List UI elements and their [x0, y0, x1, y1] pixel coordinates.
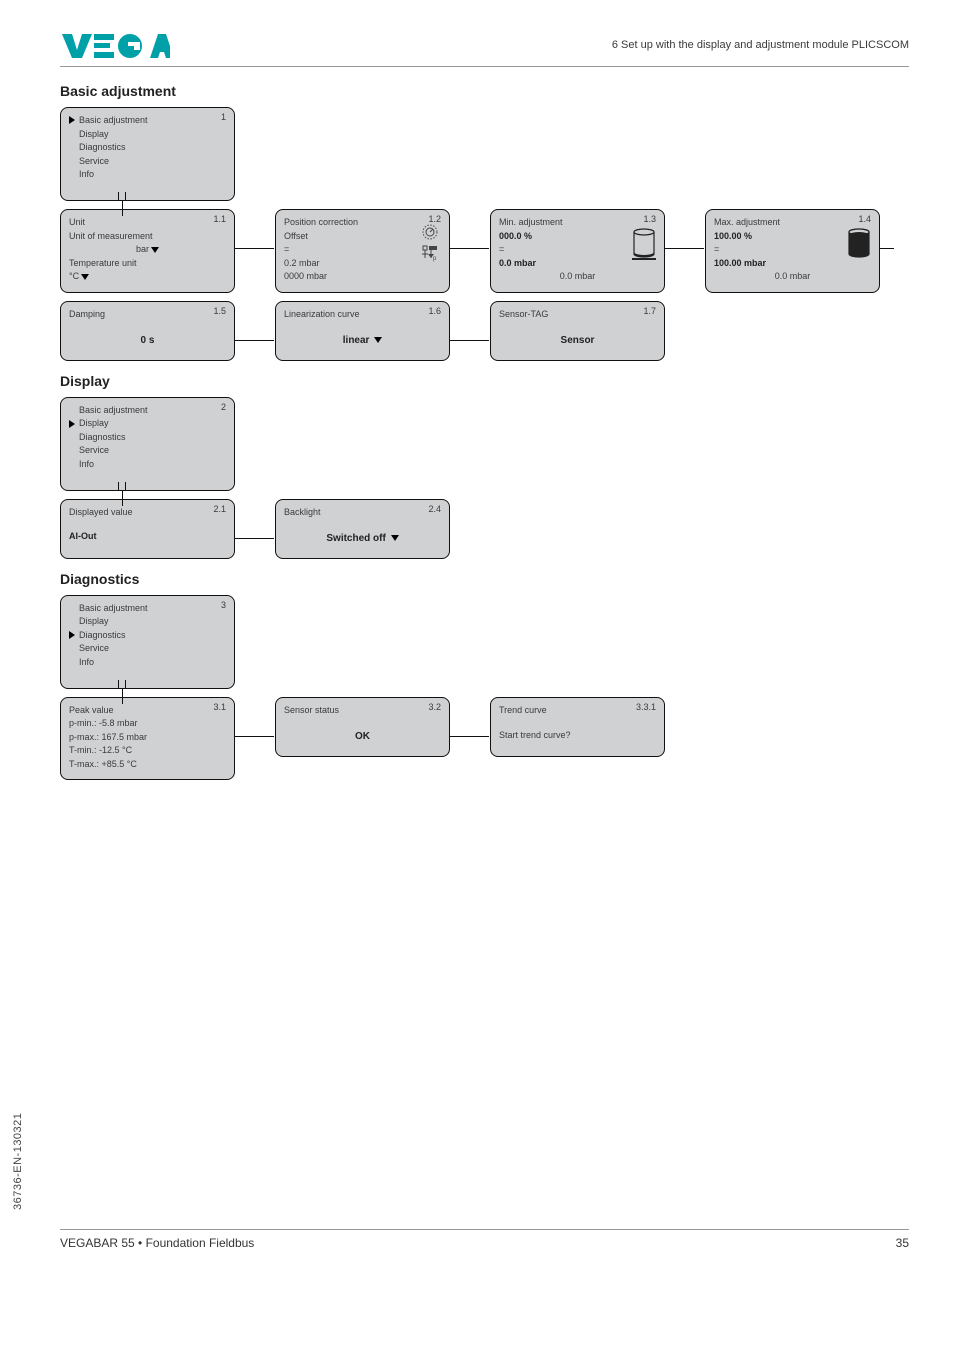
box-line: p-min.: -5.8 mbar — [69, 717, 226, 731]
menu-item: Diagnostics — [79, 629, 226, 643]
box-number: 2.4 — [428, 504, 441, 514]
box-number: 1.5 — [213, 306, 226, 316]
page-number: 35 — [896, 1236, 909, 1250]
menu-box-1: 1 Basic adjustment Display Diagnostics S… — [60, 107, 235, 201]
menu-item: Info — [79, 168, 226, 182]
menu-item: Service — [79, 444, 226, 458]
box-line: = — [284, 243, 441, 257]
chevron-down-icon — [391, 535, 399, 541]
box-line: 0.0 mbar — [714, 270, 871, 284]
document-id: 36736-EN-130321 — [12, 1113, 24, 1210]
box-line: Temperature unit — [69, 257, 226, 271]
svg-text:p: p — [433, 256, 437, 262]
box-title: Linearization curve — [284, 308, 441, 322]
menu-item: Info — [79, 458, 226, 472]
box-value: Switched off — [284, 533, 441, 544]
box-line: 0.0 mbar — [499, 270, 656, 284]
box-number: 1.6 — [428, 306, 441, 316]
box-sensor-status: 3.2 Sensor status OK — [275, 697, 450, 757]
box-title: Sensor status — [284, 704, 441, 718]
footer-left: VEGABAR 55 • Foundation Fieldbus — [60, 1236, 254, 1250]
vega-logo — [60, 30, 170, 60]
box-number: 2.1 — [213, 504, 226, 514]
box-title: Damping — [69, 308, 226, 322]
box-number: 1 — [221, 112, 226, 122]
box-max-adjustment: 1.4 Max. adjustment 100.00 % = 100.00 mb… — [705, 209, 880, 293]
box-value: Sensor — [499, 335, 656, 346]
menu-item: Diagnostics — [79, 431, 226, 445]
box-unit: 1.1 Unit Unit of measurement bar Tempera… — [60, 209, 235, 293]
box-backlight: 2.4 Backlight Switched off — [275, 499, 450, 559]
box-number: 1.7 — [643, 306, 656, 316]
box-position-correction: 1.2 Position correction Offset = 0.2 mba… — [275, 209, 450, 293]
menu-item: Service — [79, 155, 226, 169]
menu-box-2: 2 Basic adjustment Display Diagnostics S… — [60, 397, 235, 491]
section-display: Display — [60, 373, 909, 389]
tank-low-icon — [632, 228, 656, 266]
menu-item: Display — [79, 128, 226, 142]
box-damping: 1.5 Damping 0 s — [60, 301, 235, 361]
box-title: Displayed value — [69, 506, 226, 520]
box-value: 0 s — [69, 335, 226, 346]
box-title: Trend curve — [499, 704, 656, 718]
box-title: Peak value — [69, 704, 226, 718]
box-line: 0.2 mbar — [284, 257, 441, 271]
box-line: Offset — [284, 230, 441, 244]
section-basic-adjustment: Basic adjustment — [60, 83, 909, 99]
box-title: Backlight — [284, 506, 441, 520]
box-number: 1.2 — [428, 214, 441, 224]
box-trend-curve: 3.3.1 Trend curve Start trend curve? — [490, 697, 665, 757]
box-title: Sensor-TAG — [499, 308, 656, 322]
box-line: °C — [69, 270, 226, 284]
box-value: linear — [284, 335, 441, 346]
box-title: Unit — [69, 216, 226, 230]
box-sensor-tag: 1.7 Sensor-TAG Sensor — [490, 301, 665, 361]
section-diagnostics: Diagnostics — [60, 571, 909, 587]
box-number: 1.1 — [213, 214, 226, 224]
chevron-down-icon — [151, 247, 159, 253]
box-line: T-max.: +85.5 °C — [69, 758, 226, 772]
box-min-adjustment: 1.3 Min. adjustment 000.0 % = 0.0 mbar 0… — [490, 209, 665, 293]
box-number: 2 — [221, 402, 226, 412]
box-number: 1.4 — [858, 214, 871, 224]
menu-item: Service — [79, 642, 226, 656]
chevron-down-icon — [374, 337, 382, 343]
menu-item: Diagnostics — [79, 141, 226, 155]
box-displayed-value: 2.1 Displayed value AI-Out — [60, 499, 235, 559]
box-line: Unit of measurement — [69, 230, 226, 244]
box-number: 3.1 — [213, 702, 226, 712]
menu-item: Display — [79, 417, 226, 431]
menu-box-3: 3 Basic adjustment Display Diagnostics S… — [60, 595, 235, 689]
menu-item: Display — [79, 615, 226, 629]
gauge-icon: p — [419, 224, 441, 266]
box-title: Position correction — [284, 216, 441, 230]
box-value: Start trend curve? — [499, 729, 656, 743]
box-line: bar — [69, 243, 226, 257]
menu-item: Basic adjustment — [79, 114, 226, 128]
box-value: AI-Out — [69, 531, 226, 541]
tank-high-icon — [847, 228, 871, 266]
box-value: OK — [284, 731, 441, 742]
chevron-down-icon — [81, 274, 89, 280]
menu-item: Basic adjustment — [79, 404, 226, 418]
menu-item: Basic adjustment — [79, 602, 226, 616]
box-line: 0000 mbar — [284, 270, 441, 284]
chapter-title: 6 Set up with the display and adjustment… — [612, 39, 909, 51]
box-number: 3.3.1 — [636, 702, 656, 712]
box-line: T-min.: -12.5 °C — [69, 744, 226, 758]
box-peak-value: 3.1 Peak value p-min.: -5.8 mbar p-max.:… — [60, 697, 235, 781]
box-number: 3.2 — [428, 702, 441, 712]
box-number: 1.3 — [643, 214, 656, 224]
box-linearization: 1.6 Linearization curve linear — [275, 301, 450, 361]
menu-item: Info — [79, 656, 226, 670]
box-number: 3 — [221, 600, 226, 610]
box-line: p-max.: 167.5 mbar — [69, 731, 226, 745]
